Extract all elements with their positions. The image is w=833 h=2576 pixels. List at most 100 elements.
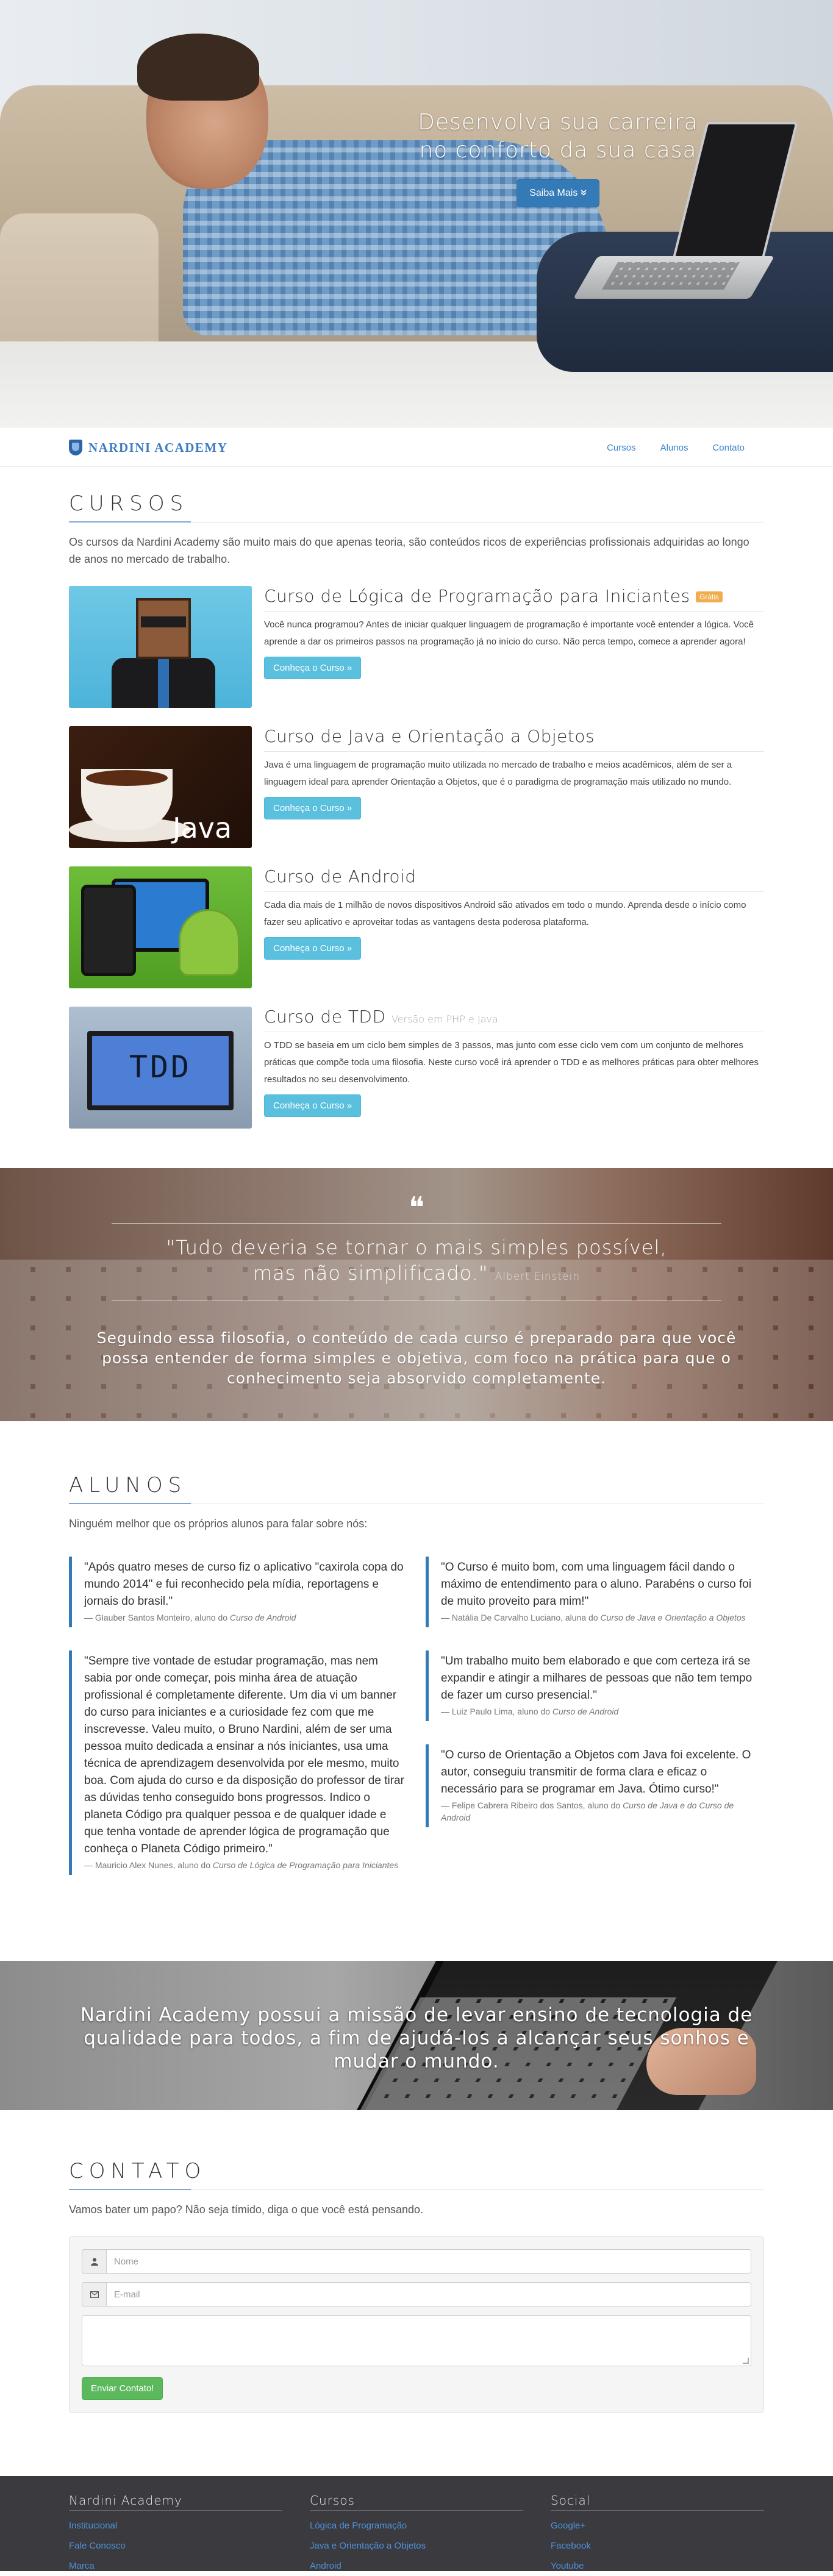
footer-link-facebook[interactable]: Facebook <box>551 2536 764 2556</box>
hero-banner: Desenvolva sua carreira no conforto da s… <box>0 0 833 427</box>
cursos-title: CURSOS <box>69 491 764 523</box>
user-icon <box>82 2249 106 2274</box>
footer-link-institucional[interactable]: Institucional <box>69 2516 282 2536</box>
name-input-group: Nome <box>82 2249 751 2274</box>
email-input[interactable]: E-mail <box>106 2282 751 2307</box>
testimonial-course: Curso de Android <box>229 1613 296 1622</box>
alunos-section: ALUNOS Ninguém melhor que os próprios al… <box>0 1421 833 1961</box>
curso-item: Curso de Lógica de Programação para Inic… <box>69 586 764 708</box>
testimonial: "Um trabalho muito bem elaborado e que c… <box>426 1650 764 1721</box>
saiba-mais-button[interactable]: Saiba Mais <box>517 179 599 207</box>
testimonial: "O Curso é muito bom, com uma linguagem … <box>426 1557 764 1627</box>
nav-link-alunos[interactable]: Alunos <box>660 443 688 453</box>
curso-body: Curso de Android Cada dia mais de 1 milh… <box>264 866 764 988</box>
brand-name: NARDINI ACADEMY <box>88 440 228 455</box>
quote-line1: "Tudo deveria se tornar o mais simples p… <box>166 1236 667 1259</box>
testimonial-text: "Sempre tive vontade de estudar programa… <box>84 1655 404 1855</box>
enviar-contato-button[interactable]: Enviar Contato! <box>82 2377 163 2400</box>
testimonial: "O curso de Orientação a Objetos com Jav… <box>426 1744 764 1827</box>
curso-title-text: Curso de TDD <box>264 1007 386 1027</box>
footer: Nardini Academy Institucional Fale Conos… <box>0 2476 833 2571</box>
quote-block: ❝ "Tudo deveria se tornar o mais simples… <box>0 1193 833 1388</box>
hero-person-hair <box>137 34 259 101</box>
testimonial-author-name: — Luiz Paulo Lima, aluno do <box>441 1707 550 1716</box>
footer-link-google-plus[interactable]: Google+ <box>551 2516 764 2536</box>
curso-description: O TDD se baseia em um ciclo bem simples … <box>264 1040 759 1085</box>
testimonial-author-name: — Natália De Carvalho Luciano, aluna do <box>441 1613 598 1622</box>
curso-item: Java Curso de Java e Orientação a Objeto… <box>69 726 764 848</box>
shield-logo-icon <box>69 440 82 455</box>
testimonial-author-name: — Glauber Santos Monteiro, aluno do <box>84 1613 228 1622</box>
gratis-badge: Grátis <box>695 591 723 602</box>
curso-title[interactable]: Curso de Java e Orientação a Objetos <box>264 726 764 752</box>
name-input[interactable]: Nome <box>106 2249 751 2274</box>
curso-title[interactable]: Curso de Lógica de Programação para Inic… <box>264 586 764 612</box>
footer-link-marca[interactable]: Marca <box>69 2556 282 2576</box>
image-coffee <box>86 770 168 786</box>
curso-android-image[interactable] <box>69 866 252 988</box>
hero-headline-line2: no conforto da sua casa <box>419 138 697 163</box>
testimonial-author: — Glauber Santos Monteiro, aluno do Curs… <box>84 1611 407 1624</box>
footer-col-cursos: Cursos Lógica de Programação Java e Orie… <box>310 2493 523 2576</box>
navbar: NARDINI ACADEMY Cursos Alunos Contato <box>0 427 833 467</box>
hero-headline: Desenvolva sua carreira no conforto da s… <box>366 109 750 165</box>
footer-link-android[interactable]: Android <box>310 2556 523 2576</box>
image-glasses <box>141 616 186 627</box>
conheca-curso-button[interactable]: Conheça o Curso » <box>264 797 362 819</box>
image-face <box>136 598 191 659</box>
testimonial-text: "O curso de Orientação a Objetos com Jav… <box>441 1749 751 1796</box>
curso-description: Java é uma linguagem de programação muit… <box>264 760 732 787</box>
philosophy-text: Seguindo essa filosofia, o conteúdo de c… <box>96 1329 737 1387</box>
footer-link-youtube[interactable]: Youtube <box>551 2556 764 2576</box>
curso-title[interactable]: Curso de Android <box>264 866 764 892</box>
image-android-robot <box>179 909 240 976</box>
contact-form: Nome E-mail Enviar Contato! <box>69 2236 764 2413</box>
curso-title-text: Curso de Lógica de Programação para Inic… <box>264 586 690 606</box>
curso-java-image[interactable]: Java <box>69 726 252 848</box>
mission-text: Nardini Academy possui a missão de levar… <box>80 2004 753 2072</box>
brand-logo[interactable]: NARDINI ACADEMY <box>69 440 227 455</box>
hero-text: Desenvolva sua carreira no conforto da s… <box>366 109 750 207</box>
message-textarea[interactable] <box>82 2315 751 2366</box>
image-tie <box>158 658 169 708</box>
mission-band: Nardini Academy possui a missão de levar… <box>0 1961 833 2110</box>
testimonial-text: "Após quatro meses de curso fiz o aplica… <box>84 1561 404 1608</box>
conheca-curso-button[interactable]: Conheça o Curso » <box>264 1094 362 1117</box>
footer-link-java[interactable]: Java e Orientação a Objetos <box>310 2536 523 2556</box>
hero-headline-line1: Desenvolva sua carreira <box>418 110 698 135</box>
testimonials-right: "O Curso é muito bom, com uma linguagem … <box>426 1557 764 1898</box>
testimonial-author-name: — Mauricio Alex Nunes, aluno do <box>84 1860 210 1870</box>
hero-laptop-keys <box>602 262 740 290</box>
divider <box>112 1300 721 1301</box>
nav-link-cursos[interactable]: Cursos <box>607 443 636 453</box>
testimonial-author-name: — Felipe Cabrera Ribeiro dos Santos, alu… <box>441 1800 621 1810</box>
curso-title-text: Curso de Android <box>264 866 416 887</box>
curso-body: Curso de Java e Orientação a Objetos Jav… <box>264 726 764 848</box>
curso-logica-image[interactable] <box>69 586 252 708</box>
footer-link-fale-conosco[interactable]: Fale Conosco <box>69 2536 282 2556</box>
alunos-title: ALUNOS <box>69 1473 764 1504</box>
testimonial-author: — Felipe Cabrera Ribeiro dos Santos, alu… <box>441 1799 764 1824</box>
footer-link-logica[interactable]: Lógica de Programação <box>310 2516 523 2536</box>
contato-section: CONTATO Vamos bater um papo? Não seja tí… <box>0 2110 833 2476</box>
cursos-intro: Os cursos da Nardini Academy são muito m… <box>69 536 749 565</box>
curso-subtitle: Versão em PHP e Java <box>391 1013 498 1025</box>
curso-tdd-image[interactable]: TDD <box>69 1007 252 1129</box>
curso-description: Cada dia mais de 1 milhão de novos dispo… <box>264 900 746 927</box>
nav-link-contato[interactable]: Contato <box>712 443 745 453</box>
curso-item: Curso de Android Cada dia mais de 1 milh… <box>69 866 764 988</box>
email-input-group: E-mail <box>82 2282 751 2307</box>
nav-links: Cursos Alunos Contato <box>607 443 745 453</box>
footer-col-social: Social Google+ Facebook Youtube <box>551 2493 764 2576</box>
saiba-mais-label: Saiba Mais <box>529 188 578 198</box>
testimonial: "Sempre tive vontade de estudar programa… <box>69 1650 407 1875</box>
quote-band: ❝ "Tudo deveria se tornar o mais simples… <box>0 1168 833 1421</box>
conheca-curso-button[interactable]: Conheça o Curso » <box>264 937 362 960</box>
contato-intro: Vamos bater um papo? Não seja tímido, di… <box>69 2203 424 2216</box>
double-chevron-down-icon <box>581 188 587 198</box>
footer-col-title: Nardini Academy <box>69 2493 282 2511</box>
conheca-curso-button[interactable]: Conheça o Curso » <box>264 657 362 679</box>
testimonial-course: Curso de Lógica de Programação para Inic… <box>212 1860 399 1870</box>
curso-title[interactable]: Curso de TDD Versão em PHP e Java <box>264 1007 764 1032</box>
cursos-section: CURSOS Os cursos da Nardini Academy são … <box>0 467 833 1168</box>
